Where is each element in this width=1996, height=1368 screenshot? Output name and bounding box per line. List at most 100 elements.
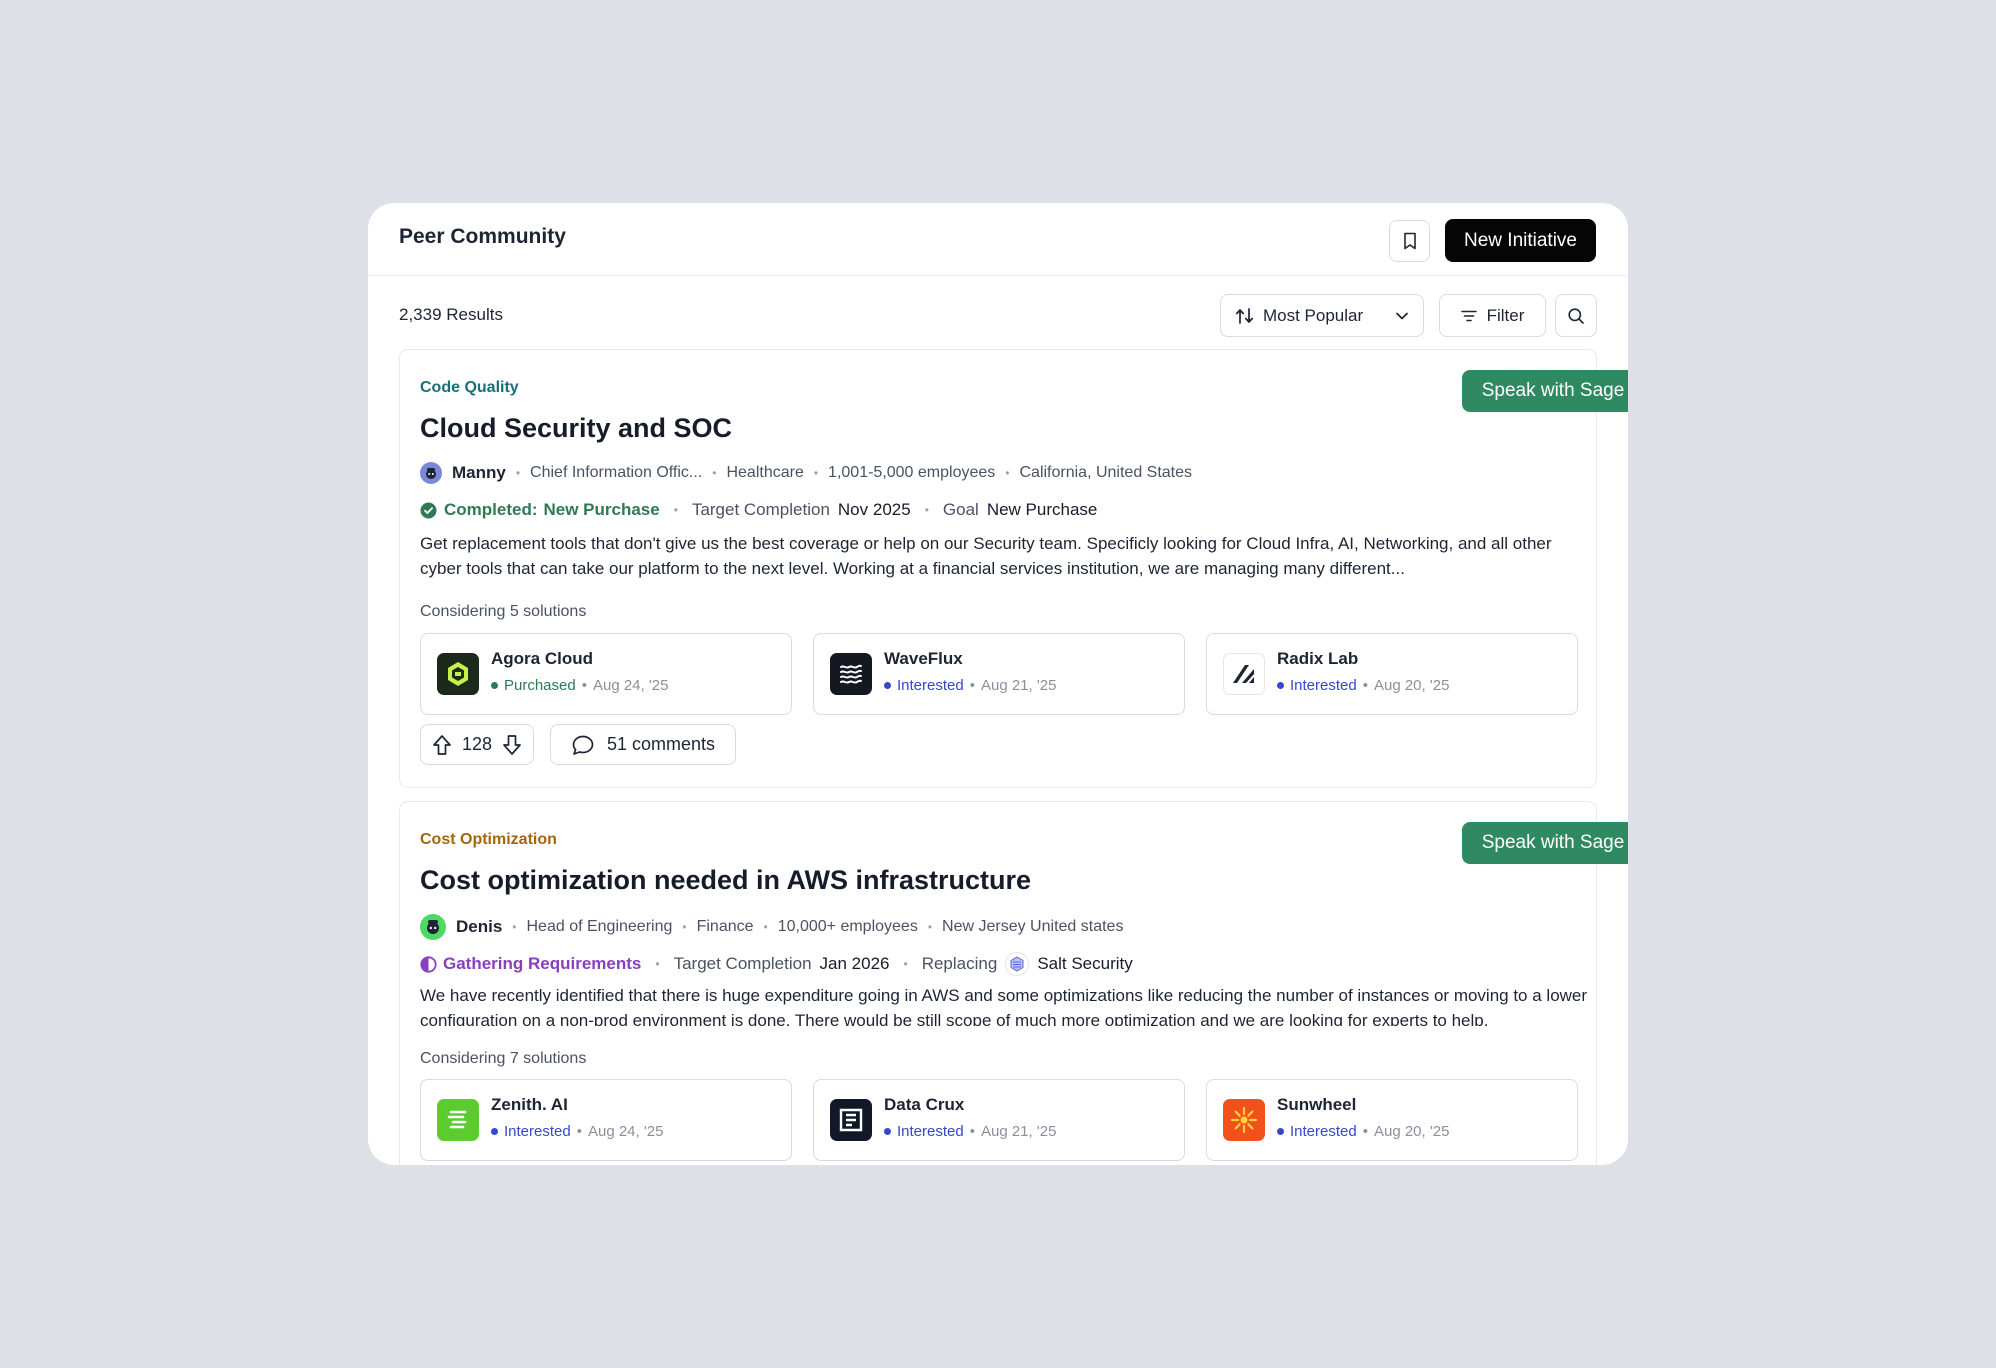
sort-icon: [1235, 307, 1254, 324]
considering-count: Considering 7 solutions: [420, 1050, 587, 1067]
solution-status: Interested: [897, 1123, 964, 1140]
solution-card[interactable]: Agora Cloud Purchased • Aug 24, '25: [420, 633, 792, 715]
solution-status-line: Interested • Aug 20, '25: [1277, 1123, 1449, 1140]
solution-card[interactable]: Radix Lab Interested • Aug 20, '25: [1206, 633, 1578, 715]
card-actions: 128 51 comments: [420, 724, 736, 765]
search-button[interactable]: [1555, 294, 1597, 337]
search-icon: [1568, 307, 1584, 324]
status-dot: [884, 682, 891, 689]
separator-dot: •: [763, 920, 768, 934]
initiative-title[interactable]: Cost optimization needed in AWS infrastr…: [420, 865, 1031, 896]
target-completion-value: Jan 2026: [819, 954, 890, 973]
solution-name: Zenith. AI: [491, 1095, 568, 1114]
separator-dot: •: [903, 957, 908, 971]
half-circle-icon: [420, 955, 437, 973]
goal-value: New Purchase: [986, 500, 1098, 519]
solution-status-line: Interested • Aug 21, '25: [884, 677, 1056, 694]
separator-dot: •: [1005, 466, 1010, 480]
initiative-description: We have recently identified that there i…: [420, 986, 1588, 1026]
speak-with-sage-button[interactable]: Speak with Sage: [1462, 822, 1628, 864]
author-location: California, United States: [1019, 464, 1193, 481]
agora-cloud-logo-icon: [437, 653, 479, 695]
solution-status-line: Interested • Aug 20, '25: [1277, 677, 1449, 694]
separator-dot: •: [1362, 1123, 1368, 1140]
salt-security-logo-icon: [1005, 952, 1030, 976]
separator-dot: •: [576, 1123, 582, 1140]
author-role: Head of Engineering: [526, 918, 673, 935]
solution-name: Radix Lab: [1277, 649, 1359, 668]
author-industry: Finance: [696, 918, 754, 935]
solution-name: Agora Cloud: [491, 649, 593, 668]
separator-dot: •: [581, 677, 587, 694]
author-name[interactable]: Manny: [452, 463, 506, 483]
waveflux-logo-icon: [830, 653, 872, 695]
solution-status-line: Purchased • Aug 24, '25: [491, 677, 668, 694]
author-industry: Healthcare: [726, 464, 804, 481]
author-name[interactable]: Denis: [456, 917, 502, 937]
bookmark-button[interactable]: [1389, 220, 1430, 262]
separator-dot: •: [512, 920, 517, 934]
category-label: Code Quality: [420, 379, 519, 396]
separator-dot: •: [924, 503, 929, 517]
avatar[interactable]: [420, 914, 446, 940]
author-meta: Denis • Head of Engineering • Finance • …: [420, 914, 1123, 940]
status-dot: [491, 682, 498, 689]
page-title: Peer Community: [399, 225, 566, 248]
solution-name: Data Crux: [884, 1095, 965, 1114]
solution-card[interactable]: WaveFlux Interested • Aug 21, '25: [813, 633, 1185, 715]
solution-name: Sunwheel: [1277, 1095, 1357, 1114]
solution-date: Aug 21, '25: [980, 677, 1057, 694]
sort-dropdown[interactable]: Most Popular: [1220, 294, 1424, 337]
results-count: 2,339 Results: [399, 305, 503, 324]
status-dot: [491, 1128, 498, 1135]
vote-control: 128: [420, 724, 534, 765]
solution-date: Aug 21, '25: [980, 1123, 1057, 1140]
bookmark-icon: [1403, 232, 1416, 250]
solution-status-line: Interested • Aug 21, '25: [884, 1123, 1056, 1140]
separator-dot: •: [673, 503, 678, 517]
filter-button[interactable]: Filter: [1439, 294, 1546, 337]
results-toolbar: 2,339 Results Most Popular Filter: [368, 276, 1628, 350]
status-dot: [1277, 1128, 1284, 1135]
speak-with-sage-button[interactable]: Speak with Sage: [1462, 370, 1628, 412]
status-label: Gathering Requirements: [443, 954, 642, 973]
solution-card[interactable]: Zenith. AI Interested • Aug 24, '25: [420, 1079, 792, 1161]
initiative-card[interactable]: Code Quality Speak with Sage Cloud Secur…: [399, 349, 1628, 788]
status-row: Completed: New Purchase • Target Complet…: [420, 500, 1097, 520]
company-size: 10,000+ employees: [777, 918, 918, 935]
filter-icon: [1460, 310, 1477, 321]
considering-count: Considering 5 solutions: [420, 603, 587, 620]
target-completion-label: Target Completion: [673, 954, 812, 973]
downvote-icon[interactable]: [502, 734, 522, 756]
separator-dot: •: [712, 466, 717, 480]
status-label: Completed:: [444, 500, 538, 519]
separator-dot: •: [1362, 677, 1368, 694]
initiative-card[interactable]: Cost Optimization Speak with Sage Cost o…: [399, 801, 1628, 1165]
sort-label: Most Popular: [1263, 305, 1364, 325]
separator-dot: •: [969, 1123, 975, 1140]
comments-button[interactable]: 51 comments: [550, 724, 736, 765]
solution-status: Interested: [504, 1123, 571, 1140]
solution-card[interactable]: Sunwheel Interested • Aug 20, '25: [1206, 1079, 1578, 1161]
initiative-title[interactable]: Cloud Security and SOC: [420, 413, 732, 444]
check-circle-icon: [420, 502, 437, 518]
status-row: Gathering Requirements • Target Completi…: [420, 952, 1133, 976]
replacing-value: Salt Security: [1037, 954, 1133, 973]
company-size: 1,001-5,000 employees: [828, 464, 996, 481]
separator-dot: •: [655, 957, 660, 971]
chevron-down-icon: [1395, 311, 1409, 321]
target-completion-value: Nov 2025: [837, 500, 911, 519]
status-dot: [1277, 682, 1284, 689]
solution-date: Aug 24, '25: [592, 677, 669, 694]
new-initiative-button[interactable]: New Initiative: [1445, 219, 1596, 262]
separator-dot: •: [969, 677, 975, 694]
target-completion-label: Target Completion: [691, 500, 830, 519]
solution-date: Aug 20, '25: [1373, 1123, 1450, 1140]
solution-status: Interested: [1290, 1123, 1357, 1140]
category-label: Cost Optimization: [420, 831, 557, 848]
filter-label: Filter: [1486, 305, 1525, 325]
top-bar: Peer Community New Initiative: [368, 203, 1628, 276]
upvote-icon[interactable]: [432, 734, 452, 756]
solution-card[interactable]: Data Crux Interested • Aug 21, '25: [813, 1079, 1185, 1161]
avatar[interactable]: [420, 462, 442, 484]
